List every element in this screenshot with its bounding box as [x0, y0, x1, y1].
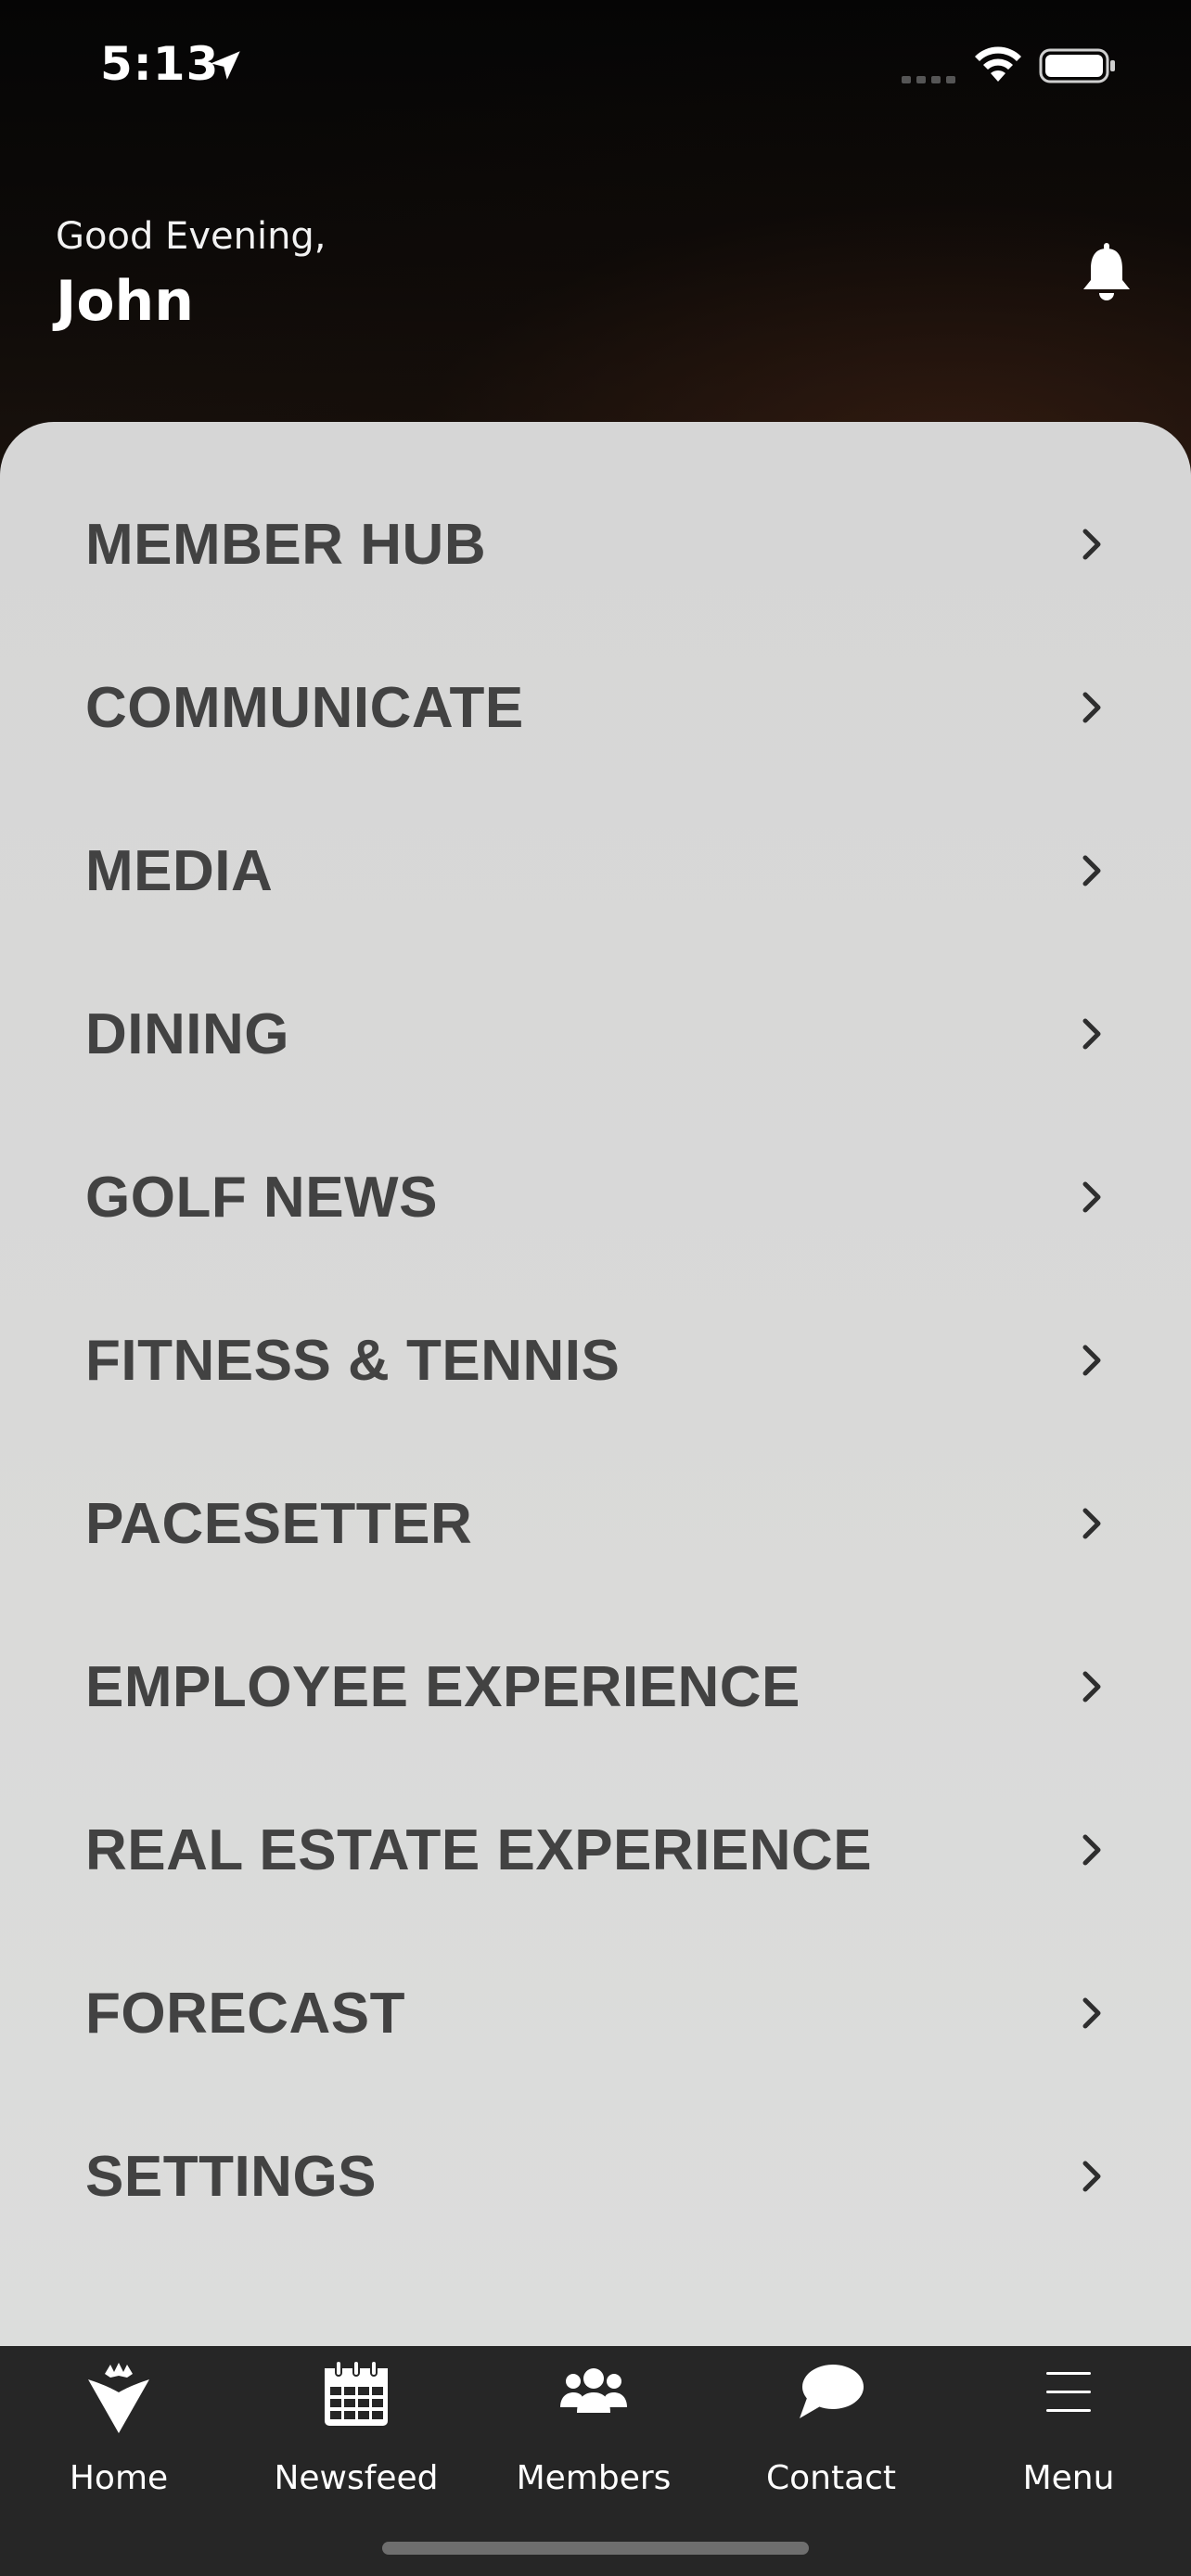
user-name: John [56, 269, 194, 334]
greeting-text: Good Evening, [56, 215, 327, 258]
tab-label: Newsfeed [274, 2459, 439, 2497]
tab-label: Home [69, 2459, 169, 2497]
menu-item-real-estate-experience[interactable]: REAL ESTATE EXPERIENCE [0, 1768, 1191, 1932]
location-arrow-icon [211, 51, 240, 80]
tab-label: Members [516, 2459, 672, 2497]
menu-item-fitness-tennis[interactable]: FITNESS & TENNIS [0, 1279, 1191, 1442]
home-indicator [382, 2542, 809, 2555]
menu-panel: MEMBER HUB COMMUNICATE MEDIA DINING GOLF… [0, 422, 1191, 2346]
menu-item-pacesetter[interactable]: PACESETTER [0, 1442, 1191, 1605]
wifi-icon [975, 46, 1021, 82]
menu-item-media[interactable]: MEDIA [0, 789, 1191, 952]
menu-item-label: SETTINGS [85, 2144, 378, 2209]
chevron-right-icon [1082, 1508, 1101, 1539]
tab-contact[interactable]: Contact [712, 2346, 950, 2531]
tab-members[interactable]: Members [475, 2346, 712, 2531]
menu-item-label: MEMBER HUB [85, 512, 487, 577]
menu-item-label: GOLF NEWS [85, 1165, 438, 1230]
tab-newsfeed[interactable]: Newsfeed [237, 2346, 475, 2531]
chevron-right-icon [1082, 529, 1101, 560]
menu-item-label: PACESETTER [85, 1491, 473, 1556]
status-bar: 5:13 [0, 0, 1191, 134]
tab-label: Contact [765, 2459, 897, 2497]
menu-item-label: REAL ESTATE EXPERIENCE [85, 1817, 873, 1882]
menu-item-member-hub[interactable]: MEMBER HUB [0, 463, 1191, 626]
chevron-right-icon [1082, 1834, 1101, 1866]
menu-item-label: DINING [85, 1001, 289, 1066]
menu-item-dining[interactable]: DINING [0, 952, 1191, 1116]
chevron-right-icon [1082, 692, 1101, 723]
chevron-right-icon [1082, 1671, 1101, 1702]
menu-item-golf-news[interactable]: GOLF NEWS [0, 1116, 1191, 1279]
tab-label: Menu [1022, 2459, 1115, 2497]
menu-item-label: FITNESS & TENNIS [85, 1328, 621, 1393]
menu-item-employee-experience[interactable]: EMPLOYEE EXPERIENCE [0, 1605, 1191, 1768]
menu-item-communicate[interactable]: COMMUNICATE [0, 626, 1191, 789]
chevron-right-icon [1082, 1345, 1101, 1376]
members-group-icon [560, 2368, 627, 2413]
bell-icon[interactable] [1080, 243, 1133, 304]
menu-item-label: FORECAST [85, 1981, 405, 2046]
menu-item-label: MEDIA [85, 838, 274, 903]
chevron-right-icon [1082, 1181, 1101, 1213]
chevron-right-icon [1082, 2161, 1101, 2192]
chevron-right-icon [1082, 1997, 1101, 2029]
tab-home[interactable]: Home [0, 2346, 237, 2531]
status-time: 5:13 [100, 37, 220, 91]
chevron-right-icon [1082, 1018, 1101, 1050]
battery-icon [1039, 48, 1115, 83]
chevron-right-icon [1082, 855, 1101, 886]
calendar-icon [325, 2360, 388, 2426]
tab-menu[interactable]: Menu [950, 2346, 1187, 2531]
chat-bubble-icon [800, 2365, 864, 2418]
menu-item-settings[interactable]: SETTINGS [0, 2095, 1191, 2258]
cellular-signal-icon [902, 76, 955, 83]
menu-item-forecast[interactable]: FORECAST [0, 1932, 1191, 2095]
crown-logo-icon [88, 2363, 149, 2433]
menu-item-label: EMPLOYEE EXPERIENCE [85, 1654, 800, 1719]
hamburger-menu-icon [1046, 2372, 1091, 2412]
menu-item-label: COMMUNICATE [85, 675, 524, 740]
